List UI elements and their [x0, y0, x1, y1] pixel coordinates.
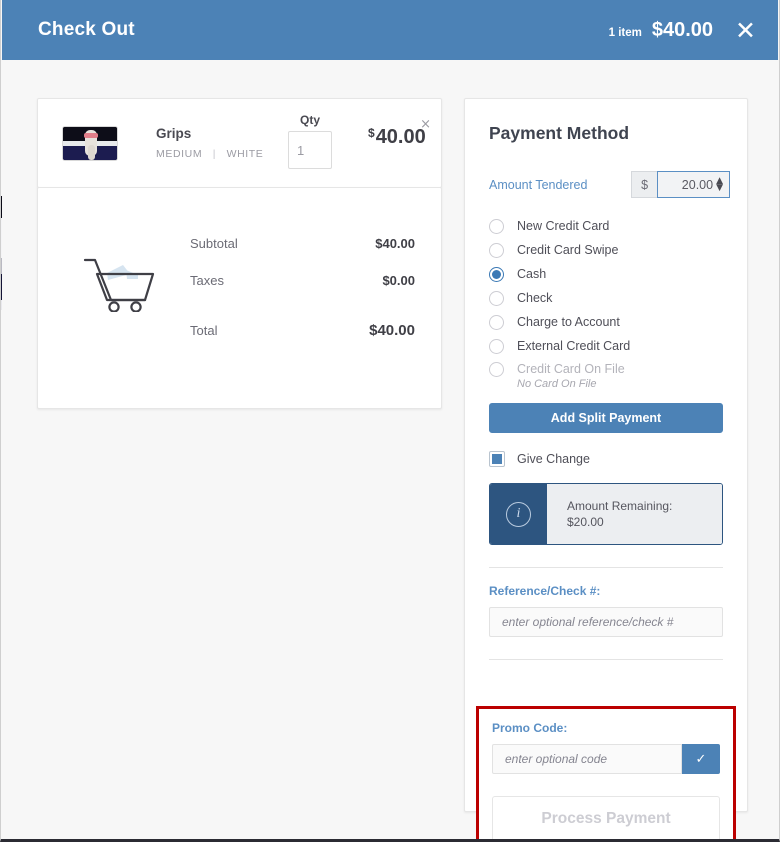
product-name: Grips: [156, 126, 192, 141]
price-amount: 40.00: [375, 126, 426, 148]
payment-option-label: Credit Card Swipe: [517, 243, 619, 257]
totals-rows: Subtotal $40.00 Taxes $0.00 Total $40.00: [190, 236, 415, 339]
add-split-payment-button[interactable]: Add Split Payment: [489, 403, 723, 433]
reference-input[interactable]: [489, 607, 723, 637]
payment-option-label: External Credit Card: [517, 339, 631, 353]
radio-icon-disabled: [489, 361, 504, 377]
product-size: MEDIUM: [156, 148, 203, 160]
modal-header: Check Out 1 item $40.00 ✕: [2, 0, 778, 60]
attribute-separator: |: [212, 148, 217, 160]
quantity-input[interactable]: [288, 131, 332, 169]
payment-method-options: New Credit Card Credit Card Swipe Cash C…: [489, 214, 723, 390]
amount-remaining-label: Amount Remaining:: [567, 499, 673, 513]
payment-option-check[interactable]: Check: [489, 286, 723, 310]
section-divider: [489, 659, 723, 660]
quantity-block: Qty: [288, 113, 332, 169]
product-thumbnail: [62, 125, 118, 161]
amount-tendered-group: $ ▲▼: [631, 171, 731, 198]
process-payment-button[interactable]: Process Payment: [492, 796, 720, 839]
header-total: $40.00: [651, 18, 714, 41]
radio-icon: [489, 338, 504, 354]
payment-option-label: New Credit Card: [517, 219, 610, 233]
section-divider: [489, 567, 723, 568]
subtotal-label: Subtotal: [190, 236, 238, 251]
payment-option-charge-to-account[interactable]: Charge to Account: [489, 310, 723, 334]
payment-option-credit-card-on-file: Credit Card On File: [489, 358, 723, 380]
payment-method-panel: Payment Method Amount Tendered $ ▲▼ New …: [464, 98, 748, 839]
radio-icon: [489, 242, 504, 258]
total-row-taxes: Taxes $0.00: [190, 273, 415, 288]
reference-label: Reference/Check #:: [489, 584, 601, 598]
promo-code-section: Promo Code: ✓ Process Payment: [476, 706, 736, 839]
promo-code-row: ✓: [492, 744, 720, 774]
check-icon[interactable]: ✓: [682, 744, 720, 774]
amount-remaining-body: Amount Remaining: $20.00: [547, 484, 722, 544]
checkout-modal: Check Out 1 item $40.00 ✕ Grips MEDIUM |…: [0, 0, 780, 842]
give-change-row[interactable]: Give Change: [489, 451, 723, 467]
total-row-subtotal: Subtotal $40.00: [190, 236, 415, 251]
payment-option-label: Check: [517, 291, 553, 305]
currency-symbol: $: [368, 126, 375, 140]
header-summary: 1 item $40.00: [609, 19, 713, 42]
amount-tendered-label: Amount Tendered: [489, 177, 588, 192]
give-change-checkbox[interactable]: [489, 451, 505, 467]
total-row-total: Total $40.00: [190, 322, 415, 339]
item-count: 1 item: [608, 26, 642, 39]
cart-line-item: Grips MEDIUM | WHITE Qty $40.00 ×: [37, 98, 442, 188]
payment-option-sublabel: No Card On File: [517, 378, 597, 390]
payment-option-label: Credit Card On File: [517, 362, 625, 376]
payment-method-title: Payment Method: [489, 123, 630, 143]
payment-option-credit-card-swipe[interactable]: Credit Card Swipe: [489, 238, 723, 262]
product-color: WHITE: [226, 148, 264, 160]
taxes-label: Taxes: [190, 273, 224, 288]
promo-code-input[interactable]: [492, 744, 682, 774]
total-label: Total: [190, 323, 218, 338]
amount-remaining-value: $20.00: [567, 515, 604, 529]
radio-icon: [489, 314, 504, 330]
subtotal-value: $40.00: [375, 236, 415, 251]
product-attributes: MEDIUM | WHITE: [156, 148, 263, 160]
remove-item-icon[interactable]: ×: [420, 117, 431, 132]
total-value: $40.00: [369, 322, 415, 339]
payment-option-cash[interactable]: Cash: [489, 262, 723, 286]
give-change-label: Give Change: [517, 452, 590, 466]
info-icon: i: [490, 484, 547, 544]
product-price: $40.00: [368, 126, 426, 149]
page-title: Check Out: [38, 19, 135, 40]
radio-icon-selected: [489, 266, 504, 282]
amount-remaining-alert: i Amount Remaining: $20.00: [489, 483, 723, 545]
currency-prefix: $: [631, 171, 658, 198]
amount-tendered-input[interactable]: [657, 171, 731, 198]
radio-icon: [489, 218, 504, 234]
promo-code-label: Promo Code:: [492, 721, 568, 735]
payment-option-label: Charge to Account: [517, 315, 620, 329]
taxes-value: $0.00: [382, 273, 415, 288]
payment-option-new-credit-card[interactable]: New Credit Card: [489, 214, 723, 238]
payment-option-external-credit-card[interactable]: External Credit Card: [489, 334, 723, 358]
radio-icon: [489, 290, 504, 306]
close-icon[interactable]: ✕: [735, 18, 756, 43]
shopping-cart-icon: [83, 250, 161, 317]
modal-body: Grips MEDIUM | WHITE Qty $40.00 ×: [2, 60, 778, 839]
quantity-label: Qty: [299, 113, 320, 127]
order-totals-card: Subtotal $40.00 Taxes $0.00 Total $40.00: [37, 187, 442, 409]
payment-option-label: Cash: [517, 267, 547, 281]
amount-tendered-row: Amount Tendered $ ▲▼: [489, 171, 731, 198]
